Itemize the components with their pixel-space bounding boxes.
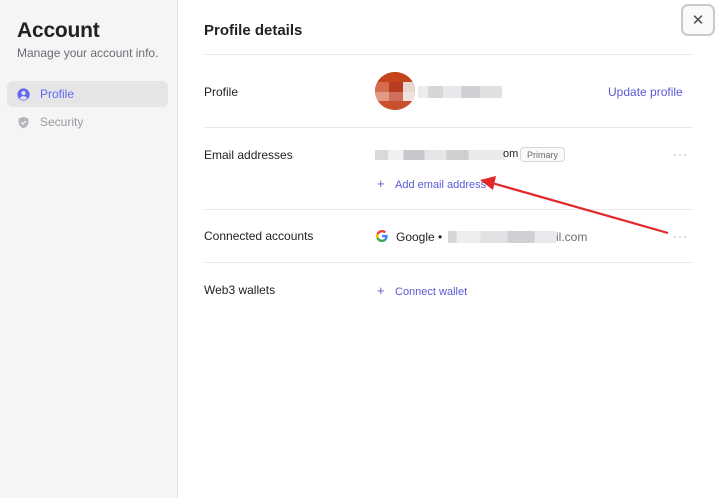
avatar[interactable] (375, 72, 415, 110)
shield-icon (17, 116, 30, 129)
sidebar-item-label: Profile (40, 87, 75, 101)
divider (204, 262, 693, 263)
profile-label: Profile (204, 85, 239, 99)
main-panel: Profile details Profile Email addresses … (179, 0, 720, 498)
user-circle-icon (17, 87, 30, 101)
plus-icon: + (377, 283, 385, 298)
connect-wallet-label: Connect wallet (395, 286, 468, 298)
email-more-button[interactable]: ··· (673, 147, 688, 161)
google-provider-label: Google (396, 230, 435, 244)
redacted-pixel (389, 82, 403, 92)
close-icon: ✕ (691, 12, 705, 29)
redacted-pixel (375, 82, 389, 92)
add-email-label: Add email address (395, 179, 487, 191)
page-title: Profile details (204, 22, 303, 39)
sidebar-item-security[interactable]: Security (7, 109, 168, 135)
sidebar-subtitle: Manage your account info. (17, 46, 159, 60)
update-profile-button[interactable]: Update profile (608, 85, 683, 99)
redacted-email (375, 150, 505, 160)
redacted-name (418, 86, 502, 98)
web3-wallets-label: Web3 wallets (204, 283, 276, 297)
email-address: om (503, 148, 519, 160)
connected-email: il.com (556, 230, 588, 244)
redacted-pixel (375, 92, 389, 101)
divider (204, 54, 693, 55)
add-email-address-button[interactable]: + Add email address (377, 176, 486, 191)
redacted-pixel (389, 92, 403, 101)
redacted-pixel (403, 82, 415, 92)
redacted-pixel (375, 101, 415, 110)
redacted-pixel (375, 72, 415, 82)
email-label: Email addresses (204, 148, 293, 162)
primary-badge: Primary (520, 147, 565, 162)
google-icon (375, 229, 388, 243)
badge-label: Primary (527, 149, 558, 160)
redacted-connected-email (448, 231, 556, 243)
connected-accounts-label: Connected accounts (204, 229, 314, 243)
connected-more-button[interactable]: ··· (673, 229, 688, 243)
sidebar-title: Account (17, 19, 100, 42)
sidebar-item-label: Security (40, 115, 84, 129)
connect-wallet-button[interactable]: + Connect wallet (377, 283, 467, 298)
bullet-separator: • (438, 230, 443, 244)
plus-icon: + (377, 176, 385, 191)
divider (204, 209, 693, 210)
close-button[interactable]: ✕ (681, 4, 715, 36)
divider (204, 127, 693, 128)
sidebar-item-profile[interactable]: Profile (7, 81, 168, 107)
redacted-pixel (403, 92, 415, 101)
sidebar: Account Manage your account info. Profil… (0, 0, 178, 498)
